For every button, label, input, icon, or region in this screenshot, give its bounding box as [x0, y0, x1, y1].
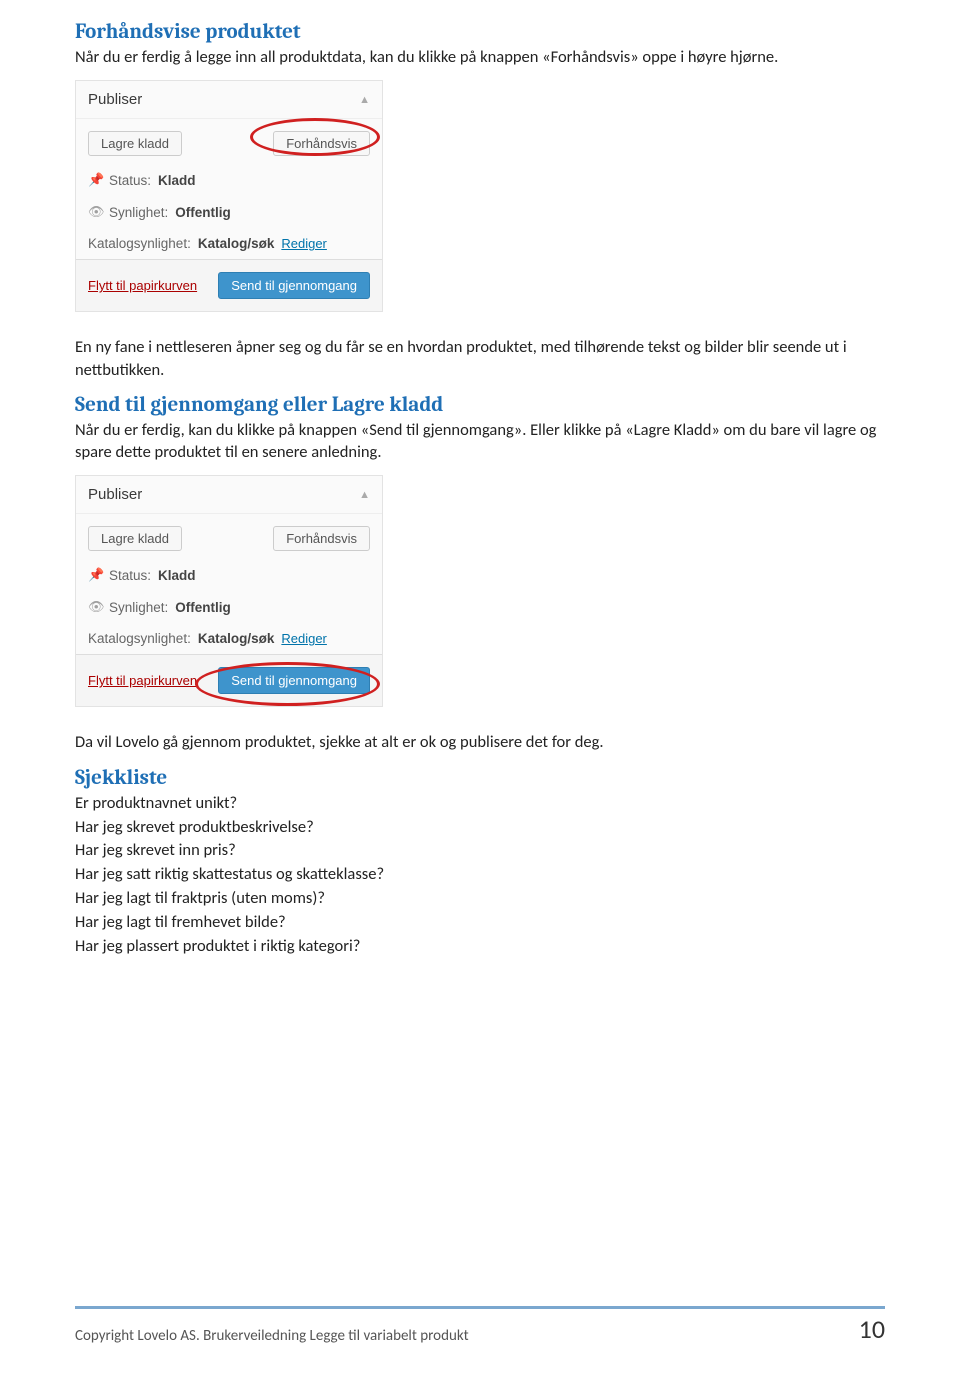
save-draft-button[interactable]: Lagre kladd	[88, 131, 182, 156]
catalog-edit-link[interactable]: Rediger	[281, 631, 327, 646]
paragraph-lovelo-review: Da vil Lovelo gå gjennom produktet, sjek…	[75, 731, 885, 753]
checklist-item: Har jeg lagt til fremhevet bilde?	[75, 911, 885, 935]
page-number: 10	[859, 1313, 885, 1345]
preview-button[interactable]: Forhåndsvis	[273, 526, 370, 551]
visibility-label: Synlighet:	[109, 205, 168, 220]
panel-title: Publiser	[88, 486, 142, 503]
catalog-label: Katalogsynlighet:	[88, 236, 191, 251]
paragraph-new-tab: En ny fane i nettleseren åpner seg og du…	[75, 336, 885, 381]
checklist-item: Har jeg satt riktig skattestatus og skat…	[75, 863, 885, 887]
visibility-value: Offentlig	[175, 600, 231, 615]
paragraph-send-review: Når du er ferdig, kan du klikke på knapp…	[75, 419, 885, 464]
publish-panel-screenshot-2: Publiser ▲ Lagre kladd Forhåndsvis 📌 Sta…	[75, 475, 383, 707]
annotation-circle-preview	[250, 118, 380, 156]
panel-title: Publiser	[88, 91, 142, 108]
visibility-label: Synlighet:	[109, 600, 168, 615]
checklist-item: Er produktnavnet unikt?	[75, 792, 885, 816]
heading-checklist: Sjekkliste	[75, 766, 885, 790]
catalog-label: Katalogsynlighet:	[88, 631, 191, 646]
paragraph-preview-intro: Når du er ferdig å legge inn all produkt…	[75, 46, 885, 68]
heading-preview-product: Forhåndsvise produktet	[75, 20, 885, 44]
status-value: Kladd	[158, 173, 196, 188]
catalog-edit-link[interactable]: Rediger	[281, 236, 327, 251]
pin-icon: 📌	[88, 172, 102, 188]
publish-panel-screenshot-1: Publiser ▲ Lagre kladd Forhåndsvis 📌 Sta…	[75, 80, 383, 312]
checklist-item: Har jeg skrevet inn pris?	[75, 839, 885, 863]
status-label: Status:	[109, 173, 151, 188]
status-label: Status:	[109, 568, 151, 583]
trash-link[interactable]: Flytt til papirkurven	[88, 673, 197, 688]
heading-send-review: Send til gjennomgang eller Lagre kladd	[75, 393, 885, 417]
trash-link[interactable]: Flytt til papirkurven	[88, 278, 197, 293]
checklist-item: Har jeg plassert produktet i riktig kate…	[75, 935, 885, 959]
status-value: Kladd	[158, 568, 196, 583]
collapse-caret-icon: ▲	[359, 94, 370, 106]
pin-icon: 📌	[88, 567, 102, 583]
visibility-value: Offentlig	[175, 205, 231, 220]
checklist: Er produktnavnet unikt? Har jeg skrevet …	[75, 792, 885, 959]
submit-review-button[interactable]: Send til gjennomgang	[218, 272, 370, 299]
catalog-value: Katalog/søk	[198, 236, 275, 251]
save-draft-button[interactable]: Lagre kladd	[88, 526, 182, 551]
collapse-caret-icon: ▲	[359, 489, 370, 501]
footer-copyright: Copyright Lovelo AS. Brukerveiledning Le…	[75, 1327, 469, 1345]
catalog-value: Katalog/søk	[198, 631, 275, 646]
checklist-item: Har jeg skrevet produktbeskrivelse?	[75, 816, 885, 840]
footer-divider	[75, 1306, 885, 1309]
page-footer: Copyright Lovelo AS. Brukerveiledning Le…	[75, 1306, 885, 1345]
checklist-item: Har jeg lagt til fraktpris (uten moms)?	[75, 887, 885, 911]
eye-icon: 👁	[88, 204, 102, 220]
eye-icon: 👁	[88, 599, 102, 615]
